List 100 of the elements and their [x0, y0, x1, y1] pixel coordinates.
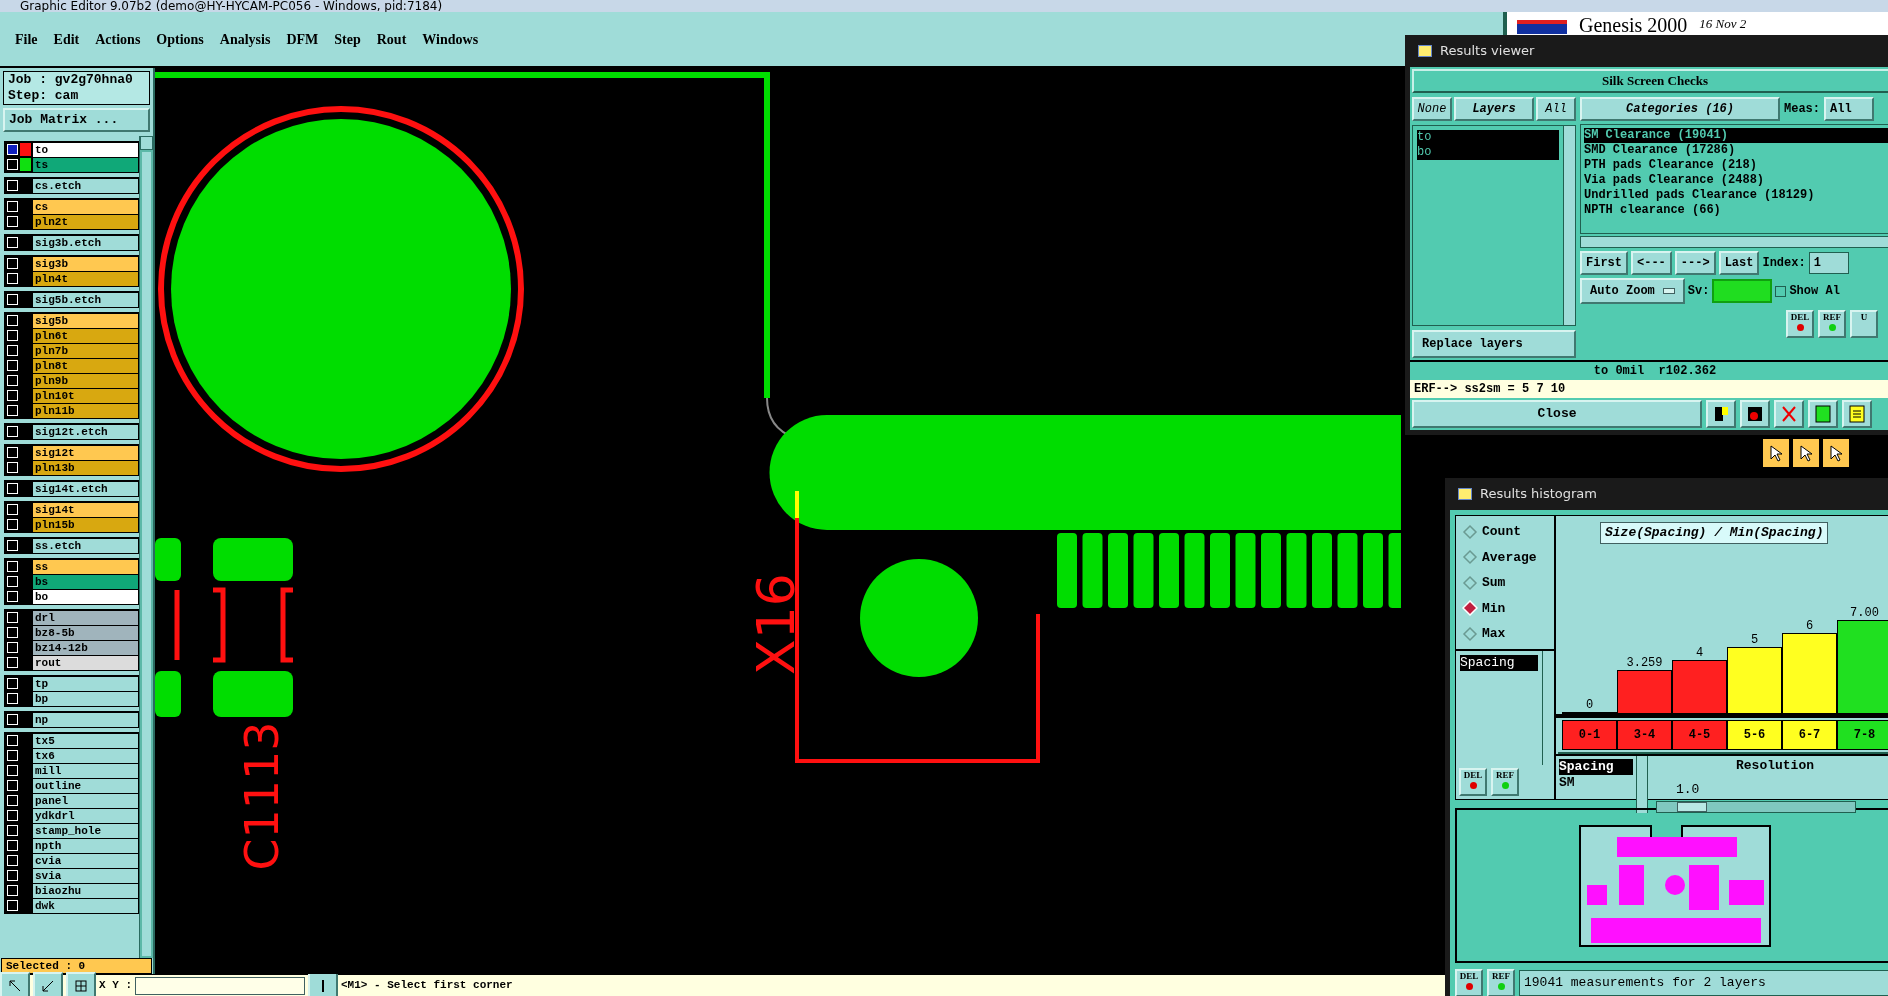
pointer-tool-icon[interactable]	[1822, 438, 1850, 468]
grid-icon[interactable]	[66, 971, 96, 996]
layer-row[interactable]: ss.etch	[5, 538, 138, 553]
bin-label[interactable]: 6-7	[1782, 720, 1837, 750]
layer-checkbox[interactable]	[7, 405, 18, 416]
layer-checkbox[interactable]	[7, 375, 18, 386]
layer-checkbox[interactable]	[7, 576, 18, 587]
category-list-item[interactable]: Via pads Clearance (2488)	[1584, 173, 1888, 188]
menu-item[interactable]: Actions	[95, 28, 141, 50]
layer-checkbox[interactable]	[7, 642, 18, 653]
category-list-item[interactable]: Undrilled pads Clearance (18129)	[1584, 188, 1888, 203]
layer-checkbox[interactable]	[7, 180, 18, 191]
meas-dropdown[interactable]: All	[1824, 97, 1874, 121]
pointer-tool-icon[interactable]	[1762, 438, 1790, 468]
layer-checkbox[interactable]	[7, 657, 18, 668]
layer-row[interactable]: sig3b.etch	[5, 235, 138, 250]
layer-row[interactable]: bp	[5, 691, 138, 706]
category-list-item[interactable]: NPTH clearance (66)	[1584, 203, 1888, 218]
layer-checkbox[interactable]	[7, 483, 18, 494]
layer-checkbox[interactable]	[7, 810, 18, 821]
layer-row[interactable]: npth	[5, 838, 138, 853]
layer-row[interactable]: rout	[5, 655, 138, 670]
menu-item[interactable]: DFM	[286, 28, 319, 50]
layer-row[interactable]: outline	[5, 778, 138, 793]
layer-checkbox[interactable]	[7, 144, 18, 155]
category-list-item[interactable]: SMD Clearance (17286)	[1584, 143, 1888, 158]
navigation-button[interactable]: First	[1580, 251, 1628, 275]
layer-checkbox[interactable]	[7, 855, 18, 866]
zoom-out-icon[interactable]	[33, 971, 63, 996]
layer-checkbox[interactable]	[7, 765, 18, 776]
show-all-checkbox[interactable]	[1775, 285, 1787, 297]
slider-thumb[interactable]	[1677, 802, 1707, 812]
menu-item[interactable]: Edit	[53, 28, 80, 50]
navigation-button[interactable]: --->	[1674, 251, 1716, 275]
bin-label[interactable]: 4-5	[1672, 720, 1727, 750]
layer-checkbox[interactable]	[7, 678, 18, 689]
bin-label[interactable]: 7-8	[1837, 720, 1888, 750]
layer-row[interactable]: pln15b	[5, 517, 138, 532]
zoom-mode-dropdown[interactable]: Auto Zoom	[1580, 278, 1685, 304]
index-field[interactable]: 1	[1808, 252, 1849, 274]
layer-checkbox[interactable]	[7, 330, 18, 341]
layer-checkbox[interactable]	[7, 360, 18, 371]
horizontal-scrollbar[interactable]	[1558, 752, 1888, 754]
layer-checkbox[interactable]	[7, 627, 18, 638]
layer-row[interactable]: pln4t	[5, 271, 138, 286]
layer-checkbox[interactable]	[7, 840, 18, 851]
measure-list-item[interactable]: SM	[1559, 775, 1633, 791]
menu-item[interactable]: Step	[334, 28, 361, 50]
layer-checkbox[interactable]	[7, 216, 18, 227]
layer-filter-button[interactable]: Layers	[1454, 97, 1534, 121]
layer-row[interactable]: mill	[5, 763, 138, 778]
layer-row[interactable]: biaozhu	[5, 883, 138, 898]
radio-button[interactable]	[1462, 549, 1478, 566]
layer-row[interactable]: sig5b	[5, 313, 138, 328]
layer-checkbox[interactable]	[7, 294, 18, 305]
layer-checkbox[interactable]	[7, 258, 18, 269]
attribute-list-item[interactable]: Spacing	[1460, 655, 1538, 671]
refresh-button[interactable]: REF	[1487, 969, 1515, 996]
layer-row[interactable]: ss	[5, 559, 138, 574]
layer-checkbox[interactable]	[7, 714, 18, 725]
pointer-tool-icon[interactable]	[1792, 438, 1820, 468]
menu-item[interactable]: Analysis	[219, 28, 271, 50]
layer-checkbox[interactable]	[7, 447, 18, 458]
layer-row[interactable]: to	[5, 142, 138, 157]
layer-row[interactable]: sig5b.etch	[5, 292, 138, 307]
layer-row[interactable]: stamp_hole	[5, 823, 138, 838]
layer-row[interactable]: tp	[5, 676, 138, 691]
navigation-button[interactable]: <---	[1631, 251, 1672, 275]
scrollbar[interactable]	[1563, 126, 1575, 325]
coordinates-field[interactable]	[135, 976, 305, 995]
layer-row[interactable]: cs.etch	[5, 178, 138, 193]
close-button[interactable]: Close	[1412, 400, 1702, 428]
delete-button[interactable]: DEL	[1455, 969, 1483, 996]
layer-filter-button[interactable]: None	[1412, 97, 1452, 121]
layer-checkbox[interactable]	[7, 426, 18, 437]
layer-checkbox[interactable]	[7, 825, 18, 836]
scrollbar[interactable]	[1636, 756, 1648, 813]
layer-checkbox[interactable]	[7, 870, 18, 881]
scrollbar[interactable]	[139, 136, 153, 958]
menu-item[interactable]: Windows	[422, 28, 479, 50]
layer-checkbox[interactable]	[7, 390, 18, 401]
cross-icon[interactable]	[1774, 400, 1804, 428]
layer-filter-button[interactable]: All	[1536, 97, 1576, 121]
layer-row[interactable]: sig12t	[5, 445, 138, 460]
layer-list-item[interactable]: to	[1417, 130, 1559, 145]
layer-row[interactable]: sig12t.etch	[5, 424, 138, 439]
menu-item[interactable]: File	[15, 28, 38, 50]
layer-row[interactable]: drl	[5, 610, 138, 625]
categories-button[interactable]: Categories (16)	[1580, 97, 1780, 121]
layer-checkbox[interactable]	[7, 591, 18, 602]
document-icon[interactable]	[1842, 400, 1872, 428]
layer-row[interactable]: bz8-5b	[5, 625, 138, 640]
layer-checkbox[interactable]	[7, 561, 18, 572]
layer-checkbox[interactable]	[7, 504, 18, 515]
bin-label[interactable]: 0-1	[1562, 720, 1617, 750]
horizontal-scrollbar[interactable]	[1580, 236, 1888, 248]
mode-radio[interactable]: Average	[1462, 547, 1548, 567]
layer-row[interactable]: np	[5, 712, 138, 727]
layer-checkbox[interactable]	[7, 540, 18, 551]
layer-row[interactable]: pln6t	[5, 328, 138, 343]
